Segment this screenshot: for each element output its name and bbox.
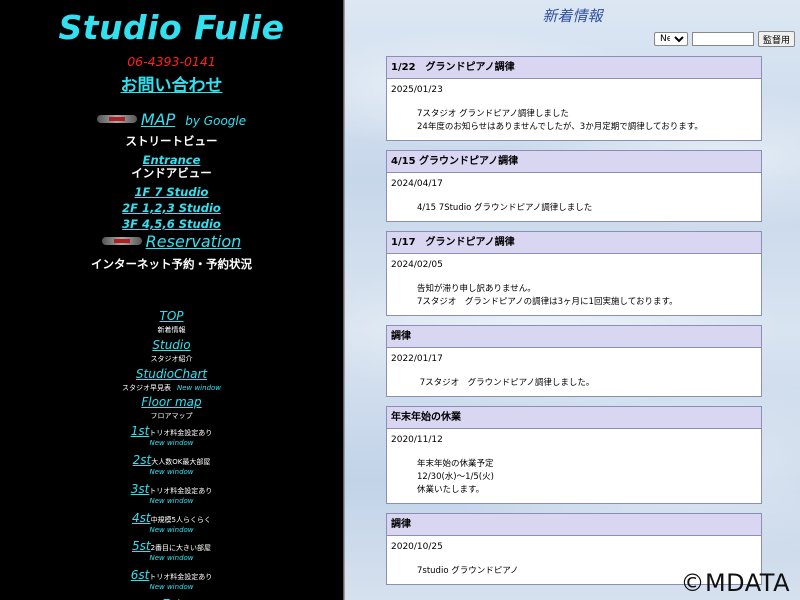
street-view-link[interactable]: ストリートビュー <box>0 133 343 149</box>
map-link[interactable]: MAP <box>141 110 175 129</box>
phone-number: 06-4393-0141 <box>127 54 216 69</box>
site-title: Studio Fulie <box>58 8 285 47</box>
news-body-line: 告知が滞り申し訳ありません。 <box>417 284 536 294</box>
news-title: 4/15 グラウンドピアノ調律 <box>387 151 761 173</box>
news-date: 2024/04/17 <box>391 179 443 189</box>
new-window-link[interactable]: New window <box>0 583 343 591</box>
news-item: 1/22 グランドピアノ調律 2025/01/23 7スタジオ グランドピアノ調律し… <box>386 56 762 141</box>
sidebar: Studio Fulie 06-4393-0141 お問い合わせ MAP by G… <box>0 0 343 600</box>
nav-item: 5st2番目に大きい部屋 New window <box>0 535 343 562</box>
news-date: 2024/02/05 <box>391 260 443 270</box>
news-item: 4/15 グラウンドピアノ調律 2024/04/17 4/15 7Studio グラ… <box>386 150 762 222</box>
search-toolbar: New 監督用 <box>653 31 795 47</box>
nav-link[interactable]: TOP <box>159 309 183 323</box>
nav-item: StudioChart スタジオ早見表 New window <box>0 363 343 393</box>
new-window-link[interactable]: New window <box>177 384 221 392</box>
nav-link[interactable]: 4st <box>132 511 151 525</box>
nav-link[interactable]: 2st <box>133 453 152 467</box>
nav-description: 中規模5人らくらく <box>150 515 212 524</box>
new-window-link[interactable]: New window <box>0 468 343 476</box>
nav-description: 2番目に大きい部屋 <box>150 544 212 553</box>
reservation-link[interactable]: Reservation <box>146 232 242 251</box>
nav-item: 3stトリオ料金設定あり New window <box>0 478 343 505</box>
reservation-row: Reservation <box>0 232 343 251</box>
news-body: 4/15 7Studio グラウンドピアノ調律しました <box>387 190 761 221</box>
news-date: 2020/10/25 <box>391 542 443 552</box>
news-body-line: 休業いたします。 <box>417 485 485 495</box>
news-title: 調律 <box>387 514 761 536</box>
news-body: 年末年始の休業予定 12/30(水)～1/5(火) 休業いたします。 <box>387 446 761 503</box>
nav-item: 7st <box>0 593 343 600</box>
news-body-line: 7スタジオ グランドピアノの調律は3ヶ月に1回実施しております。 <box>417 297 678 307</box>
nav-description: トリオ料金設定あり <box>149 573 213 582</box>
nav-item: 2st大人数OK最大部屋 New window <box>0 449 343 476</box>
news-body-line: 24年度のお知らせはありませんでしたが、3か月定期で調律しております。 <box>417 122 703 132</box>
news-list: 1/22 グランドピアノ調律 2025/01/23 7スタジオ グランドピアノ調律し… <box>386 56 762 594</box>
news-body-line: 7スタジオ グランドピアノ調律しました <box>417 109 569 119</box>
nav-link[interactable]: StudioChart <box>136 367 207 381</box>
news-body-line: 4/15 7Studio グラウンドピアノ調律しました <box>417 203 593 213</box>
nav-description: トリオ料金設定あり <box>149 429 213 438</box>
new-window-link[interactable]: New window <box>0 497 343 505</box>
nav-link[interactable]: 1st <box>131 424 150 438</box>
new-window-link[interactable]: New window <box>0 554 343 562</box>
new-badge-icon <box>96 114 137 123</box>
page-title: 新着情報 <box>542 7 603 25</box>
nav-item: 1stトリオ料金設定あり New window <box>0 420 343 447</box>
nav-item: 6stトリオ料金設定あり New window <box>0 564 343 591</box>
news-date: 2020/11/12 <box>391 435 443 445</box>
map-by-google: by Google <box>185 114 247 128</box>
map-row: MAP by Google <box>0 110 343 129</box>
indoor-view-link[interactable]: インドアビュー <box>0 165 343 181</box>
news-item: 年末年始の休業 2020/11/12 年末年始の休業予定 12/30(水)～1/5(火… <box>386 406 762 504</box>
news-body-line: 7スタジオ グラウンドピアノ調律しました。 <box>417 378 595 388</box>
news-body: 7スタジオ グラウンドピアノ調律しました。 <box>387 365 761 396</box>
nav-item: TOP 新着情報 <box>0 305 343 335</box>
floor-3f-link[interactable]: 3F 4,5,6 Studio <box>122 217 221 231</box>
nav-item: 4st中規模5人らくらく New window <box>0 507 343 534</box>
news-title: 年末年始の休業 <box>387 407 761 429</box>
nav-link[interactable]: 5st <box>132 539 151 553</box>
reservation-subtitle: インターネット予約・予約状況 <box>91 257 252 271</box>
contact-link[interactable]: お問い合わせ <box>0 71 343 96</box>
news-body: 告知が滞り申し訳ありません。 7スタジオ グランドピアノの調律は3ヶ月に1回実施し… <box>387 271 761 315</box>
news-title: 調律 <box>387 326 761 348</box>
news-date: 2022/01/17 <box>391 354 443 364</box>
new-window-link[interactable]: New window <box>0 526 343 534</box>
news-body-line: 12/30(水)～1/5(火) <box>417 472 494 482</box>
nav-item: Studio スタジオ紹介 <box>0 334 343 364</box>
main-content: 新着情報 New 監督用 1/22 グランドピアノ調律 2025/01/23 7スタ… <box>345 0 800 600</box>
admin-button[interactable]: 監督用 <box>757 31 795 47</box>
new-badge-icon <box>101 236 142 245</box>
nav-link[interactable]: Studio <box>152 338 190 352</box>
news-title: 1/17 グランドピアノ調律 <box>387 232 761 254</box>
nav-link[interactable]: 3st <box>131 482 150 496</box>
nav-link[interactable]: Floor map <box>141 395 201 409</box>
nav-description: 大人数OK最大部屋 <box>151 458 211 466</box>
nav-description: トリオ料金設定あり <box>149 486 213 495</box>
news-body-line: 年末年始の休業予定 <box>417 459 494 469</box>
news-item: 1/17 グランドピアノ調律 2024/02/05 告知が滞り申し訳ありません。 7ス… <box>386 231 762 316</box>
search-input[interactable] <box>691 32 754 46</box>
news-date: 2025/01/23 <box>391 85 443 95</box>
nav-link[interactable]: 6st <box>131 568 150 582</box>
nav-item: Floor map フロアマップ <box>0 391 343 421</box>
category-select[interactable]: New <box>653 32 688 46</box>
watermark: ©MDATA <box>680 569 790 597</box>
news-item: 調律 2022/01/17 7スタジオ グラウンドピアノ調律しました。 <box>386 325 762 397</box>
news-title: 1/22 グランドピアノ調律 <box>387 57 761 79</box>
news-body: 7スタジオ グランドピアノ調律しました 24年度のお知らせはありませんでしたが、3… <box>387 96 761 140</box>
new-window-link[interactable]: New window <box>0 439 343 447</box>
